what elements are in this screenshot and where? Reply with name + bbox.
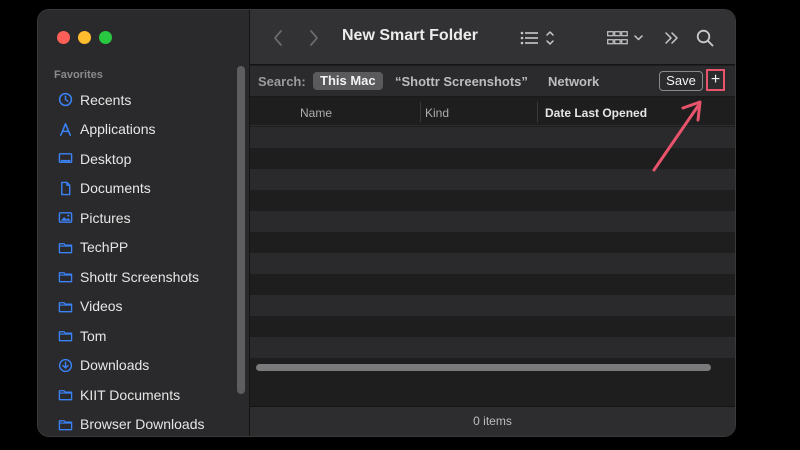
finder-window: Favorites Recents Applications Desktop D… — [38, 10, 735, 436]
column-name[interactable]: Name — [300, 106, 332, 120]
sidebar-item-videos[interactable]: Videos — [38, 292, 238, 322]
group-icon[interactable] — [607, 27, 645, 49]
minimize-button[interactable] — [78, 31, 91, 44]
search-label: Search: — [258, 74, 306, 89]
sidebar-list: Recents Applications Desktop Documents P… — [38, 85, 238, 436]
sidebar-item-label: Videos — [80, 298, 123, 315]
table-row — [250, 337, 735, 358]
clock-icon — [58, 92, 73, 107]
more-chevron-icon[interactable] — [664, 27, 680, 49]
table-row — [250, 274, 735, 295]
document-icon — [58, 181, 73, 196]
table-row — [250, 295, 735, 316]
toolbar: New Smart Folder — [250, 10, 735, 65]
folder-icon — [58, 240, 73, 255]
download-icon — [58, 358, 73, 373]
sidebar-item-label: KIIT Documents — [80, 386, 181, 403]
sidebar-item-recents[interactable]: Recents — [38, 85, 238, 115]
close-button[interactable] — [57, 31, 70, 44]
sidebar-item-shottr-screenshots[interactable]: Shottr Screenshots — [38, 262, 238, 292]
sidebar-item-desktop[interactable]: Desktop — [38, 144, 238, 174]
list-view-icon[interactable] — [520, 27, 556, 49]
add-criteria-button[interactable]: + — [706, 69, 725, 91]
table-row — [250, 316, 735, 337]
sidebar: Favorites Recents Applications Desktop D… — [38, 10, 250, 436]
column-divider[interactable] — [537, 102, 538, 122]
sidebar-item-techpp[interactable]: TechPP — [38, 233, 238, 263]
table-row — [250, 232, 735, 253]
sidebar-item-pictures[interactable]: Pictures — [38, 203, 238, 233]
search-icon[interactable] — [696, 27, 714, 49]
sidebar-item-kiit-documents[interactable]: KIIT Documents — [38, 380, 238, 410]
back-icon[interactable] — [272, 27, 284, 49]
column-divider[interactable] — [420, 102, 421, 122]
pictures-icon — [58, 210, 73, 225]
sidebar-item-documents[interactable]: Documents — [38, 174, 238, 204]
folder-icon — [58, 328, 73, 343]
sidebar-item-label: TechPP — [80, 239, 129, 256]
column-date-last-opened[interactable]: Date Last Opened — [545, 106, 647, 120]
annotation-arrow-icon — [652, 100, 702, 172]
sidebar-item-label: Applications — [80, 121, 156, 138]
applications-icon — [58, 122, 73, 137]
sidebar-item-tom[interactable]: Tom — [38, 321, 238, 351]
scope-shottr-screenshots[interactable]: “Shottr Screenshots” — [395, 74, 528, 89]
column-kind[interactable]: Kind — [425, 106, 449, 120]
table-row — [250, 253, 735, 274]
status-bar: 0 items — [250, 406, 735, 436]
main-pane: New Smart Folder Search: This Mac “Shott… — [250, 10, 735, 436]
sidebar-scrollbar[interactable] — [237, 66, 245, 394]
scope-this-mac[interactable]: This Mac — [313, 72, 383, 90]
folder-icon — [58, 387, 73, 402]
sidebar-item-downloads[interactable]: Downloads — [38, 351, 238, 381]
sidebar-item-label: Desktop — [80, 150, 132, 167]
folder-icon — [58, 269, 73, 284]
folder-icon — [58, 417, 73, 432]
sidebar-item-label: Recents — [80, 91, 132, 108]
window-controls — [57, 31, 112, 44]
sidebar-item-label: Browser Downloads — [80, 416, 205, 433]
horizontal-scrollbar[interactable] — [250, 360, 735, 376]
sidebar-item-browser-downloads[interactable]: Browser Downloads — [38, 410, 238, 437]
sidebar-item-applications[interactable]: Applications — [38, 115, 238, 145]
window-title: New Smart Folder — [342, 27, 479, 44]
zoom-button[interactable] — [99, 31, 112, 44]
desktop-icon — [58, 151, 73, 166]
scope-network[interactable]: Network — [548, 74, 599, 89]
forward-icon[interactable] — [308, 27, 320, 49]
table-row — [250, 190, 735, 211]
save-button[interactable]: Save — [659, 71, 703, 91]
sidebar-item-label: Pictures — [80, 209, 131, 226]
sidebar-item-label: Tom — [80, 327, 107, 344]
sidebar-item-label: Shottr Screenshots — [80, 268, 200, 285]
sidebar-item-label: Downloads — [80, 357, 150, 374]
favorites-header: Favorites — [54, 69, 103, 81]
table-row — [250, 211, 735, 232]
sidebar-item-label: Documents — [80, 180, 151, 197]
folder-icon — [58, 299, 73, 314]
horizontal-scroll-thumb[interactable] — [256, 364, 711, 371]
